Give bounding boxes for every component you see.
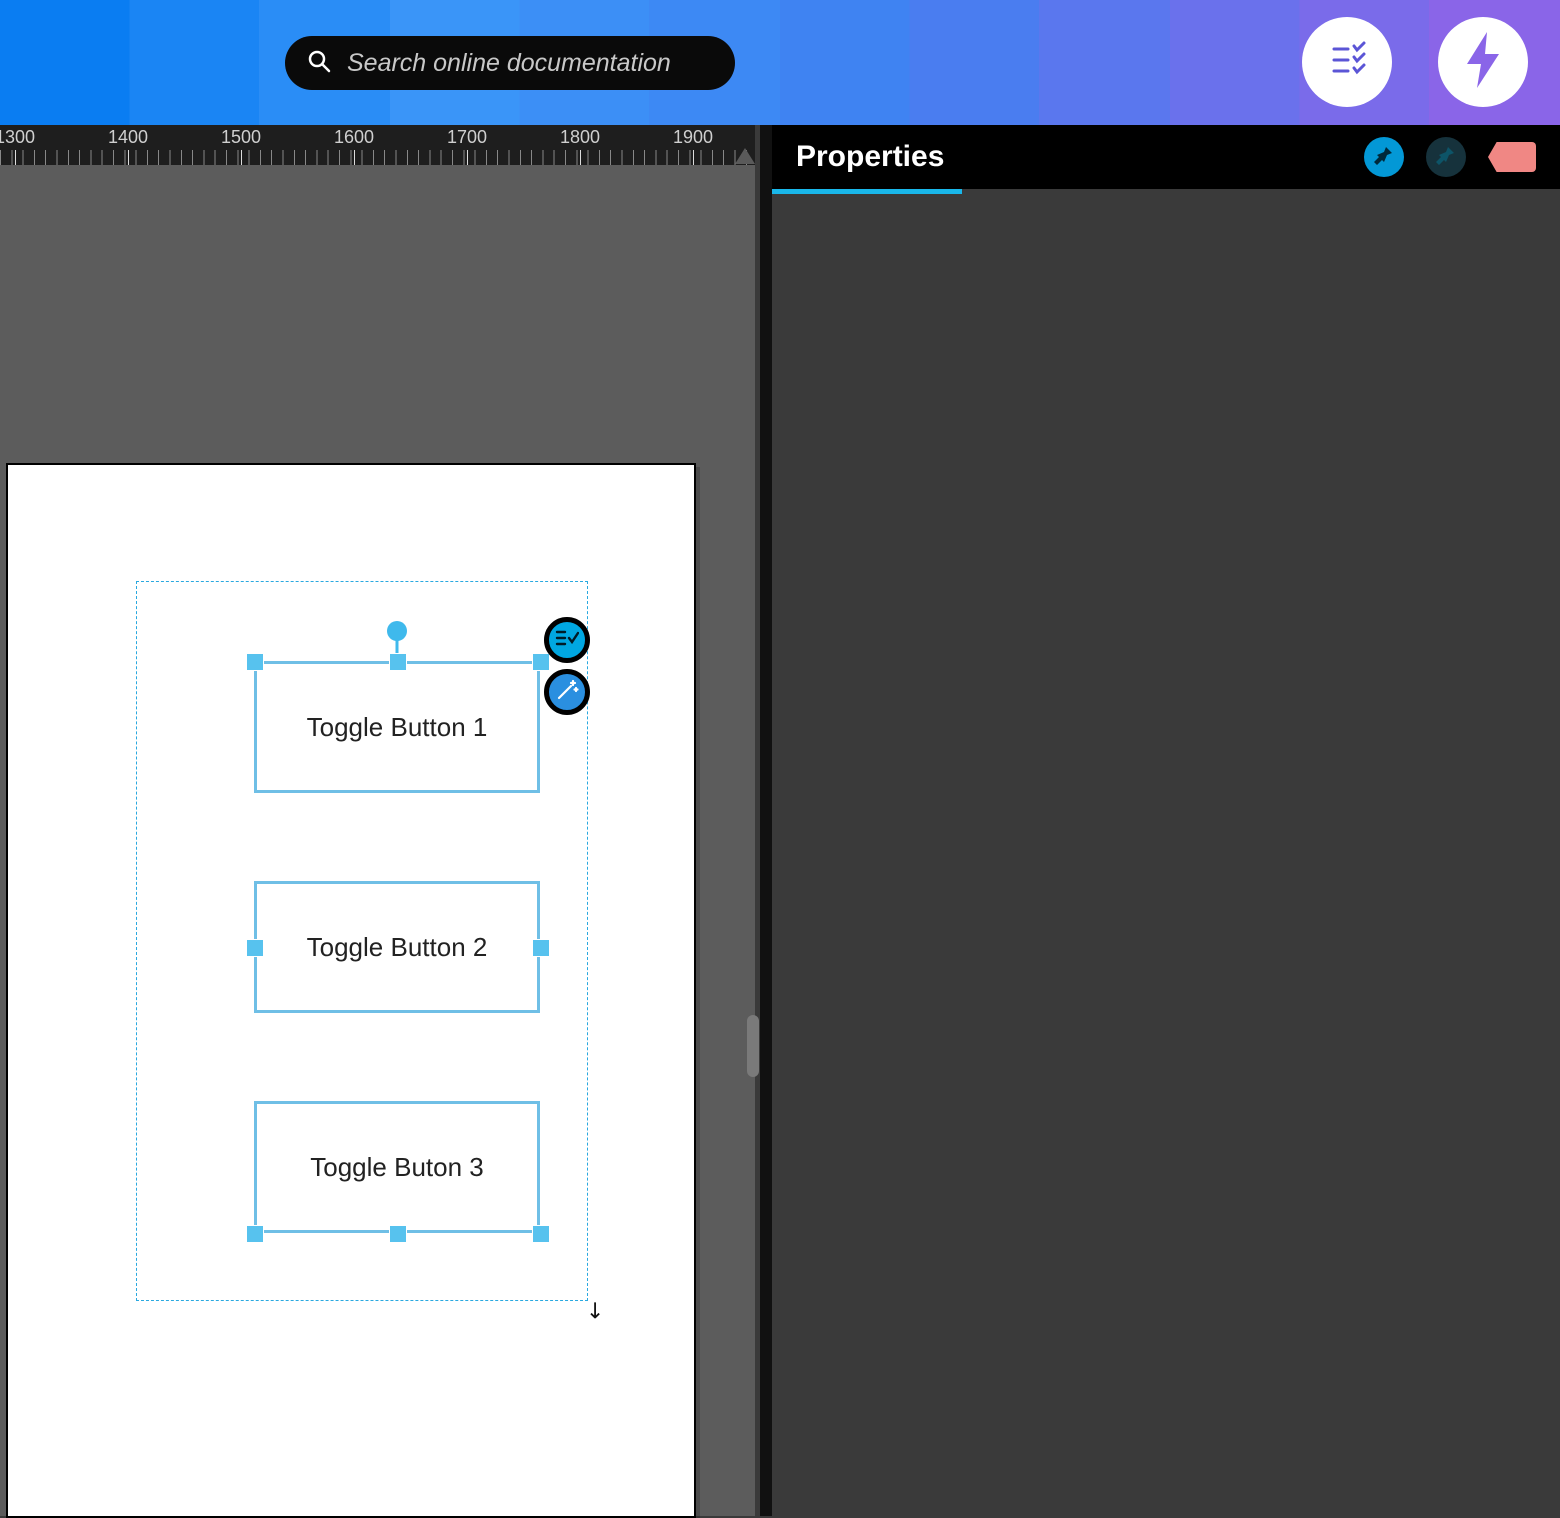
- ruler-tick: 1300: [0, 125, 45, 148]
- toggle-button-2[interactable]: Toggle Button 2: [254, 881, 540, 1013]
- canvas-vertical-scrollbar[interactable]: [747, 165, 759, 1516]
- properties-title: Properties: [796, 140, 944, 174]
- bolt-button[interactable]: [1438, 17, 1528, 107]
- unpin-panel-button[interactable]: [1426, 137, 1466, 177]
- selection-rotate-handle[interactable]: [387, 621, 407, 641]
- ruler-tick: 1500: [211, 125, 271, 148]
- selection-handle-n[interactable]: [389, 653, 407, 671]
- panel-divider[interactable]: [760, 125, 772, 1516]
- ruler-tick-label: 1600: [324, 125, 384, 148]
- pin-panel-button[interactable]: [1364, 137, 1404, 177]
- selection-handle-sw[interactable]: [246, 1225, 264, 1243]
- list-check-icon: [555, 628, 579, 653]
- horizontal-ruler: 1300 1400 1500 1600 1700 1800 1900: [0, 125, 755, 165]
- pin-off-icon: [1436, 145, 1456, 170]
- selection-handle-w2[interactable]: [246, 939, 264, 957]
- ruler-tick-label: 1300: [0, 125, 45, 148]
- design-canvas[interactable]: Toggle Button 1: [0, 165, 755, 1516]
- search-input[interactable]: [347, 49, 713, 78]
- properties-tab-indicator: [772, 189, 962, 194]
- bolt-icon: [1459, 30, 1507, 95]
- tag-button[interactable]: [1488, 142, 1536, 172]
- ruler-tick: 1900: [663, 125, 723, 148]
- ruler-tick-label: 1800: [550, 125, 610, 148]
- toggle-button-3[interactable]: Toggle Buton 3: [254, 1101, 540, 1233]
- ruler-end-arrow-icon: [735, 148, 755, 164]
- ruler-tick-label: 1900: [663, 125, 723, 148]
- checklist-button[interactable]: [1302, 17, 1392, 107]
- ruler-tick-label: 1400: [98, 125, 158, 148]
- pin-icon: [1374, 145, 1394, 170]
- selection-handle-s[interactable]: [389, 1225, 407, 1243]
- checklist-icon: [1324, 37, 1370, 88]
- toggle-button-1-label: Toggle Button 1: [307, 712, 488, 743]
- quick-action-wand-button[interactable]: [544, 669, 590, 715]
- scrollbar-thumb[interactable]: [747, 1015, 759, 1077]
- ruler-tick: 1600: [324, 125, 384, 148]
- page-surface[interactable]: Toggle Button 1: [6, 463, 696, 1518]
- selection-handle-ne[interactable]: [532, 653, 550, 671]
- selection-handle-nw[interactable]: [246, 653, 264, 671]
- ruler-tick-label: 1500: [211, 125, 271, 148]
- ruler-tick: 1800: [550, 125, 610, 148]
- ruler-tick-label: 1700: [437, 125, 497, 148]
- toggle-button-3-label: Toggle Buton 3: [310, 1152, 483, 1183]
- quick-action-list-button[interactable]: [544, 617, 590, 663]
- magic-wand-icon: [555, 678, 579, 707]
- top-toolbar: [0, 0, 1560, 125]
- properties-header: Properties: [772, 125, 1560, 189]
- toggle-button-2-label: Toggle Button 2: [307, 932, 488, 963]
- properties-panel: Properties: [772, 125, 1560, 1516]
- selection-handle-e2[interactable]: [532, 939, 550, 957]
- selection-handle-se[interactable]: [532, 1225, 550, 1243]
- ruler-tick: 1400: [98, 125, 158, 148]
- ruler-tick: 1700: [437, 125, 497, 148]
- toggle-button-1[interactable]: Toggle Button 1: [254, 661, 540, 793]
- search-icon: [307, 49, 331, 78]
- search-box[interactable]: [285, 36, 735, 90]
